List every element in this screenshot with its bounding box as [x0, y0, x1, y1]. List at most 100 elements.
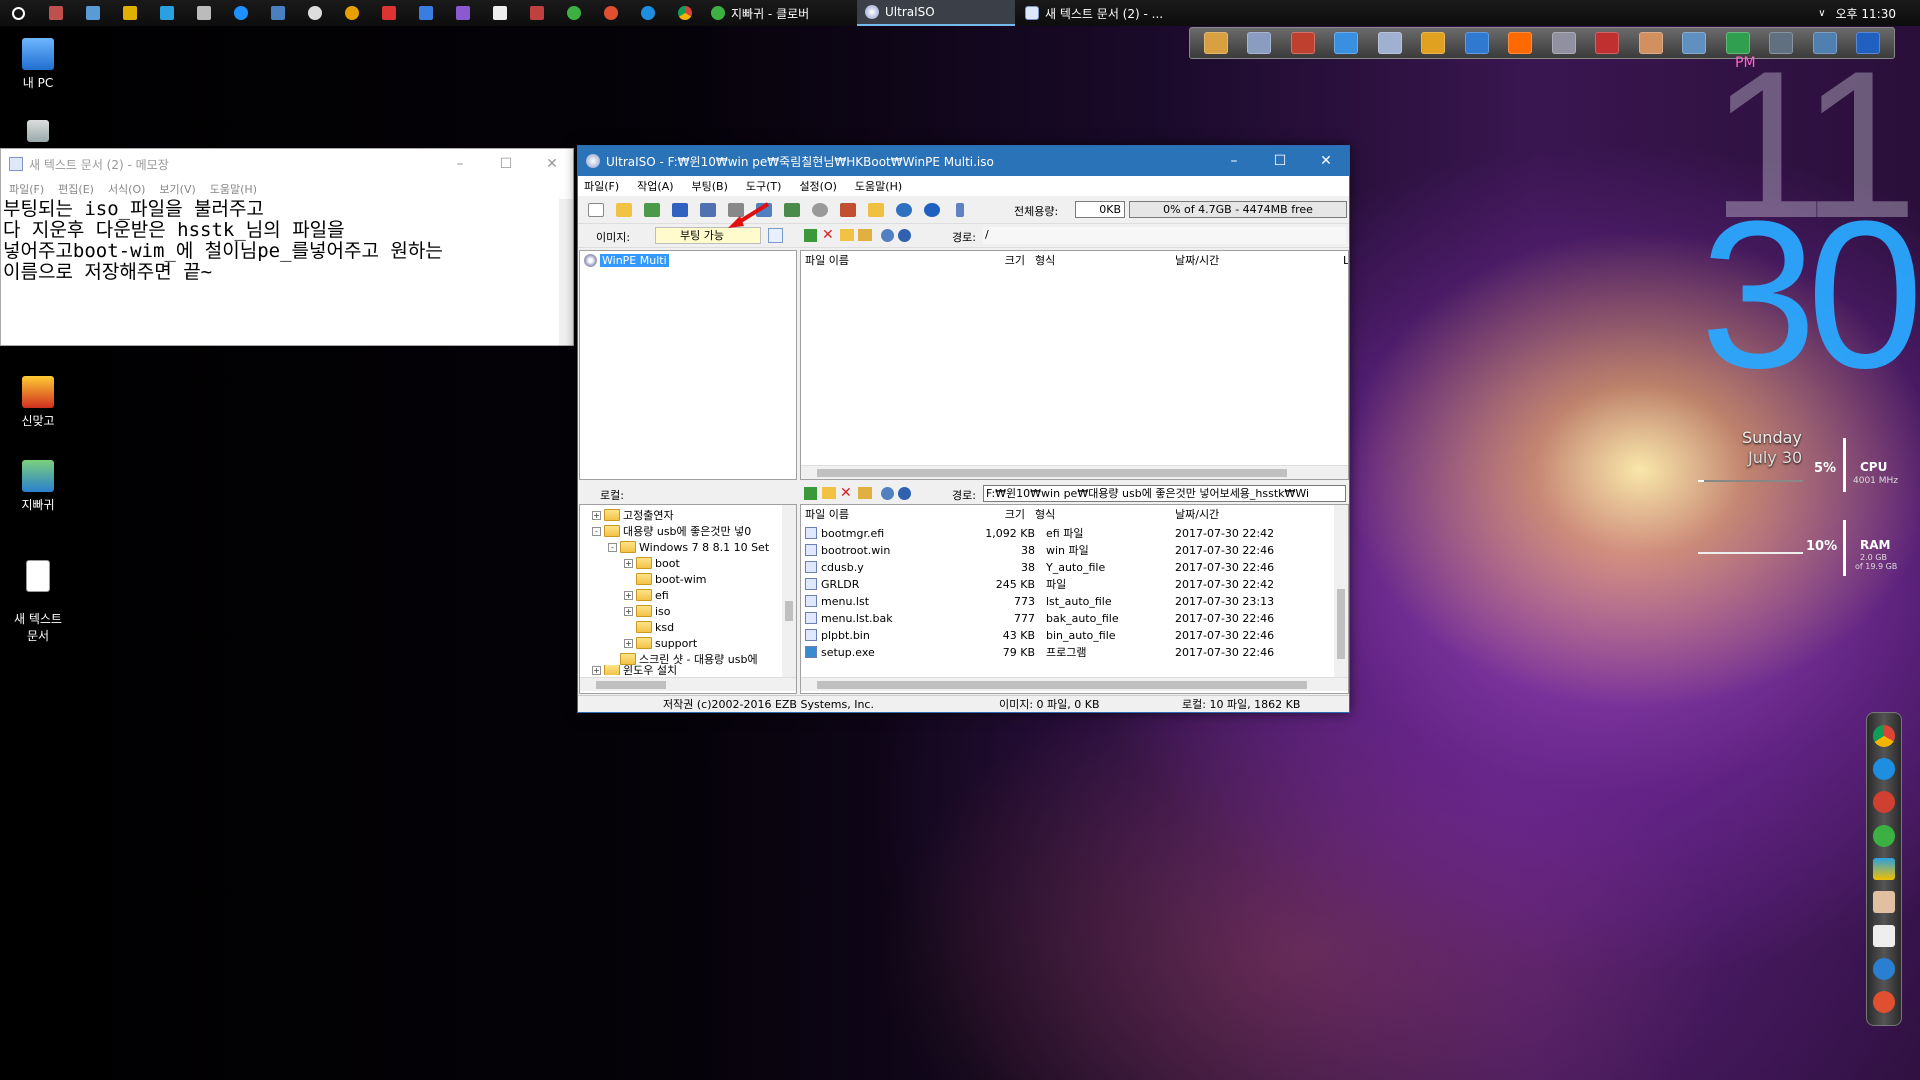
scrollbar-thumb[interactable] [596, 681, 666, 689]
iso-file-list[interactable]: 파일 이름 크기 형식 날짜/시간 L [800, 250, 1349, 480]
capacity-bar[interactable]: 0% of 4.7GB - 4474MB free [1129, 201, 1347, 218]
expand-toggle[interactable]: - [592, 526, 601, 536]
file-row[interactable]: menu.lst.bak 777 bak_auto_file 2017-07-30 2… [805, 610, 1295, 627]
settings-icon[interactable] [881, 487, 894, 500]
file-row[interactable]: cdusb.y 38 Y_auto_file 2017-07-30 22:46 [805, 559, 1295, 576]
save-icon[interactable] [668, 199, 692, 221]
app-icon[interactable] [1595, 32, 1620, 54]
help-icon[interactable] [920, 199, 944, 221]
app-icon[interactable] [1873, 891, 1895, 914]
chrome-icon[interactable] [666, 0, 703, 26]
app-icon[interactable] [1290, 32, 1315, 54]
burn-icon[interactable] [780, 199, 804, 221]
app-icon[interactable] [1873, 857, 1895, 880]
clover-icon[interactable] [1873, 824, 1895, 847]
settings-icon[interactable] [881, 229, 894, 242]
notepad-titlebar[interactable]: 새 텍스트 문서 (2) - 메모장 – ☐ ✕ [1, 149, 573, 179]
app-icon[interactable] [1377, 32, 1402, 54]
menu-tools[interactable]: 도구(T) [746, 178, 782, 194]
clover-icon[interactable] [555, 0, 592, 26]
minimize-button[interactable]: – [1211, 146, 1257, 176]
delete-icon[interactable]: ✕ [840, 486, 852, 500]
save-as-icon[interactable] [696, 199, 720, 221]
menu-view[interactable]: 보기(V) [159, 181, 195, 197]
menu-bootable[interactable]: 부팅(B) [692, 178, 728, 194]
app-icon[interactable] [1873, 991, 1895, 1014]
gear-icon[interactable] [898, 487, 911, 500]
menu-file[interactable]: 파일(F) [584, 178, 619, 194]
app-icon[interactable] [1508, 32, 1533, 54]
file-row[interactable]: menu.lst 773 lst_auto_file 2017-07-30 23:13 [805, 593, 1295, 610]
app-icon[interactable] [333, 0, 370, 26]
new-folder-icon[interactable] [840, 229, 854, 241]
open-icon[interactable] [612, 199, 636, 221]
task-notepad[interactable]: 새 텍스트 문서 (2) - ... [1017, 0, 1177, 26]
file-row[interactable]: plpbt.bin 43 KB bin_auto_file 2017-07-30 22… [805, 627, 1295, 644]
ie-icon[interactable] [1873, 757, 1895, 780]
maximize-button[interactable]: ☐ [483, 149, 529, 179]
expand-toggle[interactable]: + [624, 606, 633, 616]
app-icon[interactable] [1421, 32, 1446, 54]
tree-item[interactable]: + 고정출연자 [592, 507, 674, 523]
new-folder-icon[interactable] [822, 487, 836, 499]
folder-icon[interactable] [858, 229, 872, 241]
gear-icon[interactable] [296, 0, 333, 26]
app-icon[interactable] [111, 0, 148, 26]
column-type[interactable]: 형식 [1035, 251, 1055, 271]
task-ultraiso[interactable]: UltraISO [857, 0, 1015, 26]
app-icon[interactable] [1203, 32, 1228, 54]
tree-item[interactable]: ksd [636, 619, 674, 635]
tree-item[interactable]: + support [624, 635, 697, 651]
desktop-icon-recycle-bin[interactable] [0, 120, 76, 146]
extract-icon[interactable] [640, 199, 664, 221]
close-button[interactable]: ✕ [1303, 146, 1349, 176]
properties-icon[interactable] [892, 199, 916, 221]
info-icon[interactable] [948, 199, 972, 221]
tree-item[interactable]: - Windows 7 8 8.1 10 Set [608, 539, 769, 555]
app-icon[interactable] [1873, 791, 1895, 814]
tree-item[interactable]: + efi [624, 587, 669, 603]
check-icon[interactable] [768, 228, 783, 243]
local-tree-pane[interactable]: + 고정출연자 - 대용량 usb에 좋은것만 넣0 - Windows 7 8 8.… [579, 504, 797, 694]
tree-item[interactable]: + boot [624, 555, 680, 571]
clock-text[interactable]: 오후 11:30 [1836, 5, 1896, 22]
toolbar-up-icon[interactable] [804, 487, 817, 500]
menu-help[interactable]: 도움말(H) [855, 178, 902, 194]
notepad-text-area[interactable]: 부팅되는 iso_파일을 불러주고 다 지운후 다운받은 hsstk_님의 파일… [1, 199, 573, 337]
local-path-field[interactable]: F:₩윈10₩win pe₩대용량 usb에 좋은것만 넣어보세용_hsstk₩… [983, 485, 1346, 502]
expand-toggle[interactable]: + [592, 510, 601, 520]
desktop-icon-text-file[interactable]: 새 텍스트 문서 [0, 546, 76, 644]
menu-options[interactable]: 설정(O) [799, 178, 836, 194]
desktop-icon-game[interactable]: 신맞고 [0, 376, 76, 429]
gear-icon[interactable] [898, 229, 911, 242]
disc-icon[interactable] [808, 199, 832, 221]
column-date[interactable]: 날짜/시간 [1175, 251, 1219, 271]
file-row[interactable]: GRLDR 245 KB 파일 2017-07-30 22:42 [805, 576, 1295, 593]
app-icon[interactable] [148, 0, 185, 26]
scrollbar-thumb[interactable] [817, 681, 1307, 689]
menu-actions[interactable]: 작업(A) [637, 178, 673, 194]
column-filename[interactable]: 파일 이름 [805, 505, 849, 525]
app-icon[interactable] [1638, 32, 1663, 54]
menu-file[interactable]: 파일(F) [9, 181, 44, 197]
menu-help[interactable]: 도움말(H) [210, 181, 257, 197]
task-clover[interactable]: 지빠귀 - 클로버 [703, 0, 855, 26]
app-icon[interactable] [444, 0, 481, 26]
vertical-scrollbar[interactable] [559, 199, 573, 345]
vertical-scrollbar[interactable] [782, 505, 796, 677]
app-icon[interactable] [1334, 32, 1359, 54]
column-size[interactable]: 크기 [975, 505, 1025, 525]
expand-toggle[interactable]: + [624, 638, 633, 648]
file-row[interactable]: bootmgr.efi 1,092 KB efi 파일 2017-07-30 22:4… [805, 525, 1295, 542]
bluetooth-icon[interactable] [407, 0, 444, 26]
app-icon[interactable] [222, 0, 259, 26]
vertical-scrollbar[interactable] [1334, 505, 1348, 677]
app-icon[interactable] [259, 0, 296, 26]
app-icon[interactable] [592, 0, 629, 26]
minimize-button[interactable]: – [437, 149, 483, 179]
expand-toggle[interactable]: + [624, 558, 633, 568]
iso-tree-root[interactable]: WinPE Multi [584, 254, 669, 267]
app-icon[interactable] [518, 0, 555, 26]
close-button[interactable]: ✕ [529, 149, 575, 179]
folder-icon[interactable] [858, 487, 872, 499]
